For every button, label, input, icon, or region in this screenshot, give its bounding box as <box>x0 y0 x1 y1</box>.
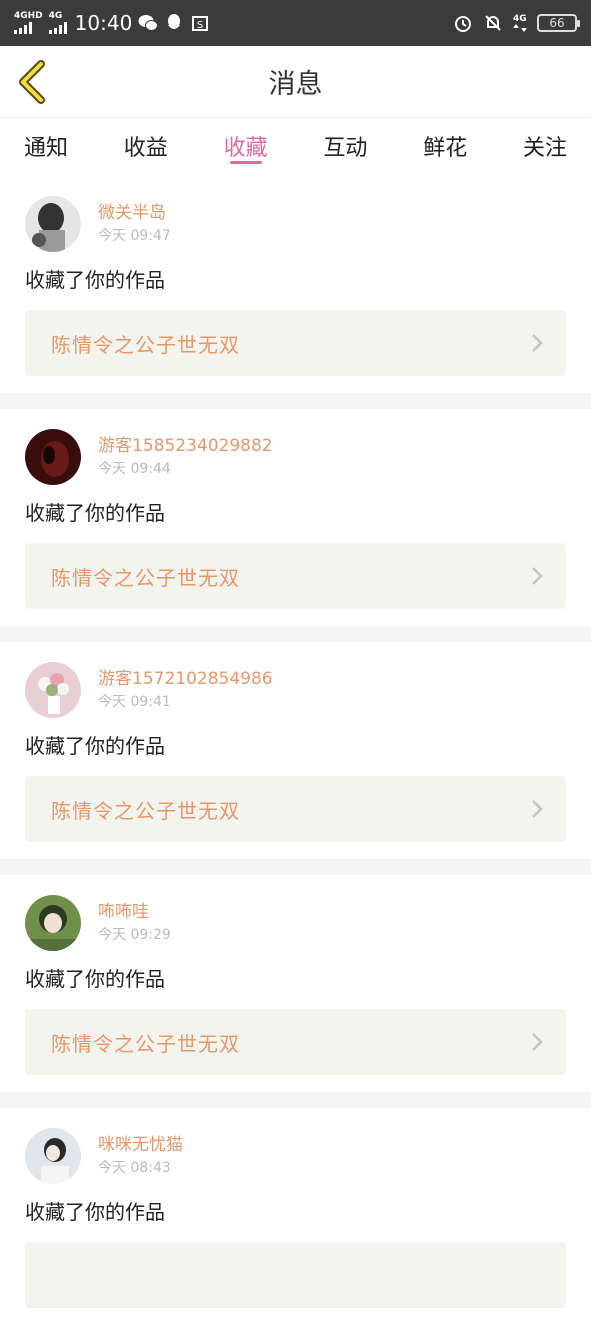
work-link[interactable] <box>25 1242 566 1308</box>
svg-text:S: S <box>197 20 203 31</box>
chevron-right-icon <box>532 1033 543 1051</box>
work-title: 陈情令之公子世无双 <box>51 565 240 590</box>
list-item: 游客1572102854986 今天 09:41 收藏了你的作品 陈情令之公子世… <box>0 642 591 859</box>
avatar[interactable] <box>25 662 81 718</box>
signal-indicator-3: 4G <box>513 13 527 32</box>
list-item: 微关半岛 今天 09:47 收藏了你的作品 陈情令之公子世无双 <box>0 176 591 393</box>
user-name[interactable]: 微关半岛 <box>98 201 171 225</box>
action-text: 收藏了你的作品 <box>25 967 165 991</box>
battery-level: 66 <box>549 16 565 30</box>
status-bar: 4GHD 4G 10:40 S 4G 66 <box>0 0 591 46</box>
chevron-right-icon <box>532 800 543 818</box>
signal-indicator-2: 4G <box>48 11 67 34</box>
tab-notifications[interactable]: 通知 <box>24 118 68 174</box>
page-title: 消息 <box>268 69 323 100</box>
screenshot-icon: S <box>190 13 210 33</box>
timestamp: 今天 09:29 <box>98 927 171 943</box>
network-type: 4GHD <box>14 11 43 21</box>
user-name[interactable]: 游客1585234029882 <box>98 434 273 458</box>
work-link[interactable]: 陈情令之公子世无双 <box>25 543 566 609</box>
timestamp: 今天 09:47 <box>98 228 171 244</box>
list-item: 游客1585234029882 今天 09:44 收藏了你的作品 陈情令之公子世… <box>0 409 591 626</box>
avatar[interactable] <box>25 429 81 485</box>
work-link[interactable]: 陈情令之公子世无双 <box>25 1009 566 1075</box>
tab-earnings[interactable]: 收益 <box>124 118 168 174</box>
message-list: 微关半岛 今天 09:47 收藏了你的作品 陈情令之公子世无双 游客158523… <box>0 176 591 1325</box>
divider <box>0 626 591 642</box>
timestamp: 今天 09:41 <box>98 694 171 710</box>
tab-follows[interactable]: 关注 <box>523 118 567 174</box>
network-type: 4G <box>48 11 63 21</box>
work-title: 陈情令之公子世无双 <box>51 798 240 823</box>
user-name[interactable]: 咪咪无忧猫 <box>98 1133 183 1157</box>
mute-bell-icon <box>483 13 503 33</box>
user-name[interactable]: 咘咘哇 <box>98 900 171 924</box>
back-arrow-icon[interactable] <box>14 60 50 104</box>
qq-icon <box>164 13 184 33</box>
avatar[interactable] <box>25 895 81 951</box>
user-name[interactable]: 游客1572102854986 <box>98 667 273 691</box>
action-text: 收藏了你的作品 <box>25 501 165 525</box>
work-title: 陈情令之公子世无双 <box>51 1031 240 1056</box>
tab-interactions[interactable]: 互动 <box>323 118 367 174</box>
action-text: 收藏了你的作品 <box>25 268 165 292</box>
timestamp: 今天 09:44 <box>98 461 171 477</box>
battery-indicator: 66 <box>537 14 580 32</box>
status-time: 10:40 <box>74 11 133 35</box>
tab-bar: 通知 收益 收藏 互动 鲜花 关注 <box>0 118 591 174</box>
action-text: 收藏了你的作品 <box>25 734 165 758</box>
work-link[interactable]: 陈情令之公子世无双 <box>25 310 566 376</box>
action-text: 收藏了你的作品 <box>25 1200 165 1224</box>
wechat-icon <box>138 13 159 33</box>
work-link[interactable]: 陈情令之公子世无双 <box>25 776 566 842</box>
avatar[interactable] <box>25 1128 81 1184</box>
nav-header: 消息 <box>0 46 591 118</box>
chevron-right-icon <box>532 567 543 585</box>
list-item: 咘咘哇 今天 09:29 收藏了你的作品 陈情令之公子世无双 <box>0 875 591 1092</box>
signal-indicator-1: 4GHD <box>14 12 43 34</box>
list-item: 咪咪无忧猫 今天 08:43 收藏了你的作品 <box>0 1108 591 1325</box>
network-type: 4G <box>513 13 527 24</box>
divider <box>0 859 591 875</box>
tab-favorites[interactable]: 收藏 <box>224 118 268 174</box>
alarm-icon <box>453 13 473 33</box>
divider <box>0 393 591 409</box>
work-title: 陈情令之公子世无双 <box>51 332 240 357</box>
tab-flowers[interactable]: 鲜花 <box>423 118 467 174</box>
chevron-right-icon <box>532 334 543 352</box>
divider <box>0 1092 591 1108</box>
avatar[interactable] <box>25 196 81 252</box>
timestamp: 今天 08:43 <box>98 1160 171 1176</box>
